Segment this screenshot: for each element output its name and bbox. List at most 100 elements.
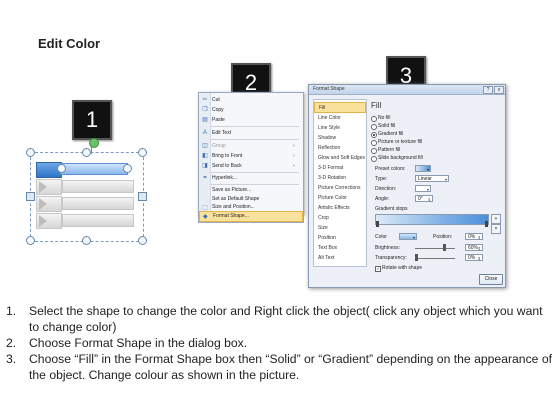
send-back-icon: ◨ (202, 163, 208, 169)
direction-dropdown[interactable]: ▾ (415, 185, 431, 192)
scissors-icon: ✂ (202, 97, 208, 103)
bring-front-icon: ◧ (202, 153, 208, 159)
transparency-slider[interactable] (415, 258, 455, 259)
color-dropdown[interactable]: ▾ (399, 233, 417, 240)
hyperlink-icon: ⚭ (202, 175, 208, 181)
spin-arrows-icon: ⇕ (427, 197, 431, 202)
help-button[interactable]: ? (483, 86, 493, 94)
option-label: Solid fill (378, 123, 396, 129)
fill-panel: Fill No fill Solid fill Gradient fill Pi… (369, 99, 501, 272)
type-value: Linear (418, 176, 432, 182)
copy-icon: ❐ (202, 107, 208, 113)
gradient-stop-handle[interactable] (485, 221, 488, 227)
menu-item-format-shape[interactable]: ◆ Format Shape... (199, 211, 303, 222)
preset-colors-label: Preset colors: (375, 166, 406, 172)
position-value: 0% (468, 234, 476, 240)
gradient-stops-bar[interactable] (375, 214, 489, 225)
resize-handle[interactable] (138, 192, 147, 201)
resize-handle[interactable] (26, 192, 35, 201)
chevron-icon (39, 198, 47, 210)
brightness-spinner[interactable]: 60% ⇕ (465, 244, 483, 251)
chevron-icon (39, 181, 47, 193)
instructions-list: 1. Select the shape to change the color a… (6, 303, 554, 383)
spin-arrows-icon: ⇕ (477, 256, 481, 261)
menu-item-hyperlink[interactable]: ⚭ Hyperlink... (199, 173, 303, 183)
menu-item-edit-text[interactable]: A Edit Text (199, 128, 303, 138)
position-spinner[interactable]: 0% ⇕ (465, 233, 483, 240)
brightness-slider-knob[interactable] (443, 244, 446, 251)
instruction-item: 2. Choose Format Shape in the dialog box. (6, 335, 554, 351)
resize-handle[interactable] (26, 236, 35, 245)
color-label: Color (375, 234, 387, 240)
submenu-arrow-icon: › (293, 143, 295, 149)
menu-item-send-to-back[interactable]: ◨ Send to Back › (199, 161, 303, 171)
menu-item-label: Copy (212, 107, 224, 113)
instruction-number: 2. (6, 336, 17, 350)
add-stop-icon[interactable]: + (491, 214, 501, 224)
menu-separator (211, 139, 299, 140)
remove-stop-icon[interactable]: × (491, 224, 501, 234)
menu-item-label: Group (212, 143, 226, 149)
resize-handle[interactable] (138, 236, 147, 245)
resize-handle[interactable] (82, 236, 91, 245)
gradient-stop-handle[interactable] (376, 221, 379, 227)
menu-separator (211, 126, 299, 127)
format-shape-icon: ◆ (203, 214, 208, 220)
chevron-down-icon: ▾ (426, 187, 429, 192)
transparency-slider-knob[interactable] (415, 254, 418, 261)
transparency-label: Transparency: (375, 255, 407, 261)
menu-item-label: Edit Text (212, 130, 232, 136)
group-icon: ◫ (202, 143, 208, 149)
gradient-stops-label: Gradient stops (375, 206, 408, 212)
transparency-spinner[interactable]: 0% ⇕ (465, 254, 483, 261)
shape-bar (62, 214, 134, 227)
instruction-text: Choose “Fill” in the Format Shape box th… (29, 352, 553, 382)
panel-heading: Fill (371, 101, 382, 110)
dialog-title: Format Shape (313, 86, 345, 92)
option-label: Picture or texture fill (378, 139, 423, 145)
menu-item-bring-to-front[interactable]: ◧ Bring to Front › (199, 151, 303, 161)
spin-arrows-icon: ⇕ (477, 246, 481, 251)
brightness-slider[interactable] (415, 248, 455, 249)
option-label: Gradient fill (378, 131, 404, 137)
rotate-handle[interactable] (89, 138, 99, 148)
brightness-label: Brightness: (375, 245, 401, 251)
category-list: Fill Line Color Line Style Shadow Reflec… (313, 99, 367, 267)
menu-item-cut[interactable]: ✂ Cut (199, 95, 303, 105)
instruction-item: 3. Choose “Fill” in the Format Shape box … (6, 351, 554, 383)
step-marker-1: 1 (72, 100, 112, 140)
menu-item-label: Send to Back (212, 163, 242, 169)
instruction-number: 3. (6, 352, 17, 366)
submenu-arrow-icon: › (293, 163, 295, 169)
preset-colors-dropdown[interactable]: ▾ (415, 165, 431, 172)
menu-item-label: Format Shape... (213, 213, 249, 219)
shape-bar-selected[interactable] (60, 163, 128, 175)
option-label: Pattern fill (378, 147, 401, 153)
menu-item-group[interactable]: ◫ Group › (199, 141, 303, 151)
category-fill[interactable]: Fill (314, 102, 366, 113)
resize-handle[interactable] (82, 148, 91, 157)
spin-arrows-icon: ⇕ (477, 235, 481, 240)
close-icon[interactable]: x (494, 86, 504, 94)
menu-item-label: Bring to Front (212, 153, 243, 159)
dialog-titlebar: Format Shape ? x (309, 85, 505, 95)
instruction-item: 1. Select the shape to change the color a… (6, 303, 554, 335)
menu-item-label: Cut (212, 97, 220, 103)
context-menu: ✂ Cut ❐ Copy ▤ Paste A Edit Text ◫ Group › ◧ Br… (198, 92, 304, 215)
close-button[interactable]: Close (479, 274, 503, 285)
category-alt-text[interactable]: Alt Text (314, 253, 366, 264)
selected-shape[interactable] (26, 138, 147, 245)
angle-label: Angle: (375, 196, 390, 202)
resize-handle[interactable] (138, 148, 147, 157)
resize-handle[interactable] (123, 164, 132, 173)
chevron-down-icon: ▾ (444, 177, 447, 182)
option-label: Slide background fill (378, 155, 423, 161)
resize-handle[interactable] (26, 148, 35, 157)
angle-spinner[interactable]: 0° ⇕ (415, 195, 433, 202)
format-shape-dialog: Format Shape ? x Fill Line Color Line St… (308, 84, 506, 288)
menu-item-copy[interactable]: ❐ Copy (199, 105, 303, 115)
instruction-number: 1. (6, 304, 17, 318)
type-dropdown[interactable]: Linear ▾ (415, 175, 449, 182)
menu-item-paste[interactable]: ▤ Paste (199, 115, 303, 125)
resize-handle[interactable] (57, 164, 66, 173)
